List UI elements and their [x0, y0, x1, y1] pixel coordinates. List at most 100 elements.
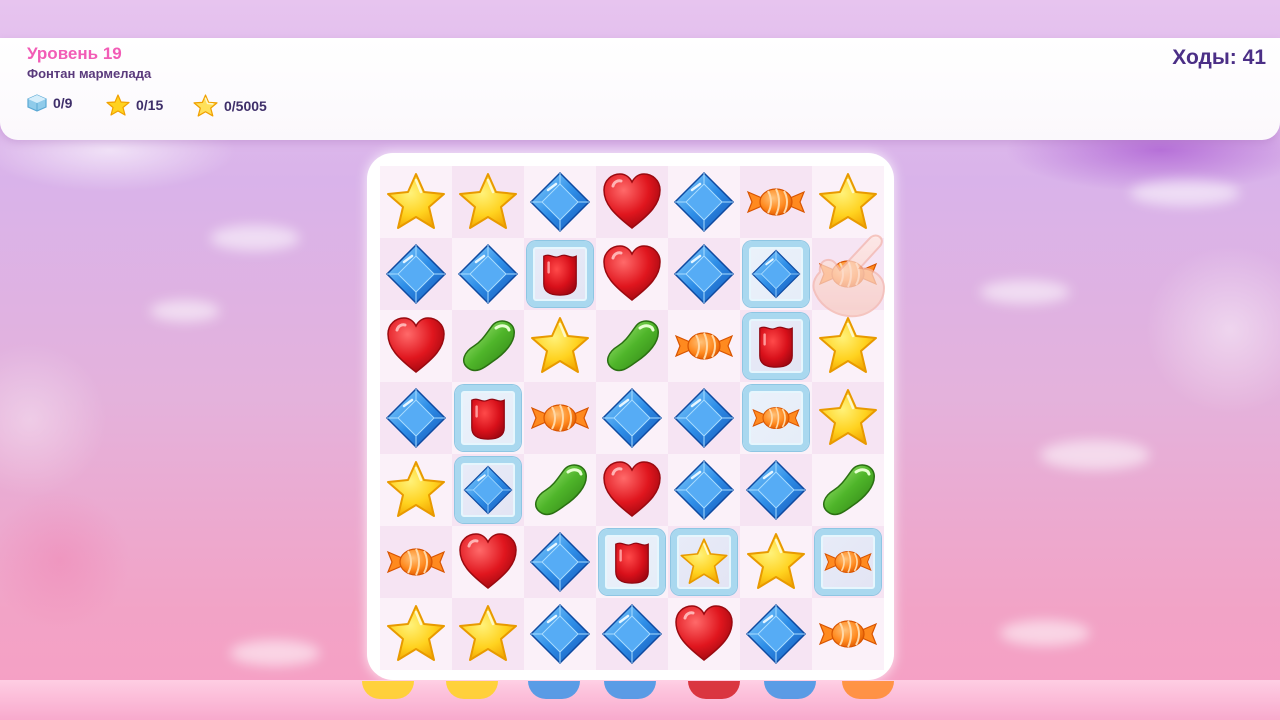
board-cell[interactable]: [524, 382, 596, 454]
board-cell[interactable]: [596, 310, 668, 382]
blue-gem-candy[interactable]: [528, 530, 592, 594]
green-jellybean-candy-icon: [463, 320, 515, 372]
board-cell[interactable]: [380, 598, 452, 670]
moves-counter: Ходы: 41: [1172, 46, 1266, 69]
star-candy[interactable]: [384, 458, 448, 522]
red-heart-candy[interactable]: [600, 242, 664, 306]
board-cell[interactable]: [668, 310, 740, 382]
board-cell[interactable]: [524, 238, 596, 310]
blue-gem-candy[interactable]: [744, 458, 808, 522]
board-cell[interactable]: [452, 238, 524, 310]
board-cell[interactable]: [452, 598, 524, 670]
orange-wrapped-candy-icon: [746, 188, 806, 216]
blue-gem-candy[interactable]: [456, 242, 520, 306]
blue-gem-candy[interactable]: [528, 170, 592, 234]
board-cell[interactable]: [380, 310, 452, 382]
star-candy[interactable]: [456, 602, 520, 666]
blue-gem-candy[interactable]: [384, 386, 448, 450]
board-cell[interactable]: [668, 454, 740, 526]
star-candy[interactable]: [744, 530, 808, 594]
board-cell[interactable]: [380, 166, 452, 238]
board-cell[interactable]: [452, 310, 524, 382]
blue-gem-candy[interactable]: [750, 248, 802, 300]
star-candy[interactable]: [816, 170, 880, 234]
green-jellybean-candy[interactable]: [456, 314, 520, 378]
red-jelly-candy[interactable]: [462, 392, 514, 444]
board-cell[interactable]: [668, 382, 740, 454]
green-jellybean-candy[interactable]: [600, 314, 664, 378]
orange-wrapped-candy[interactable]: [816, 602, 880, 666]
orange-wrapped-candy[interactable]: [528, 386, 592, 450]
board-cell[interactable]: [740, 382, 812, 454]
board-cell[interactable]: [596, 598, 668, 670]
board-cell[interactable]: [524, 166, 596, 238]
board-cell[interactable]: [380, 382, 452, 454]
blue-gem-candy[interactable]: [744, 602, 808, 666]
star-candy[interactable]: [456, 170, 520, 234]
board-cell[interactable]: [812, 382, 884, 454]
star-candy[interactable]: [816, 386, 880, 450]
board-cell[interactable]: [452, 382, 524, 454]
board-cell[interactable]: [668, 526, 740, 598]
board-cell[interactable]: [596, 166, 668, 238]
star-candy[interactable]: [384, 602, 448, 666]
board-cell[interactable]: [668, 238, 740, 310]
star-candy[interactable]: [816, 314, 880, 378]
red-jelly-candy[interactable]: [534, 248, 586, 300]
board-cell[interactable]: [740, 166, 812, 238]
green-jellybean-candy[interactable]: [528, 458, 592, 522]
red-heart-candy[interactable]: [672, 602, 736, 666]
red-heart-candy[interactable]: [600, 170, 664, 234]
board-cell[interactable]: [812, 454, 884, 526]
board-cell[interactable]: [668, 598, 740, 670]
orange-wrapped-candy[interactable]: [744, 170, 808, 234]
blue-gem-candy[interactable]: [672, 170, 736, 234]
board-cell[interactable]: [380, 526, 452, 598]
blue-gem-candy[interactable]: [672, 458, 736, 522]
board-cell[interactable]: [452, 526, 524, 598]
blue-gem-candy[interactable]: [600, 602, 664, 666]
blue-gem-candy[interactable]: [528, 602, 592, 666]
board-cell[interactable]: [524, 310, 596, 382]
red-jelly-candy[interactable]: [750, 320, 802, 372]
blue-gem-candy[interactable]: [672, 386, 736, 450]
blue-gem-candy[interactable]: [462, 464, 514, 516]
star-candy-icon: [747, 533, 805, 589]
background-bokeh: [150, 300, 220, 322]
board-cell[interactable]: [452, 454, 524, 526]
orange-wrapped-candy[interactable]: [384, 530, 448, 594]
board-cell[interactable]: [668, 166, 740, 238]
board-cell[interactable]: [812, 526, 884, 598]
board-cell[interactable]: [524, 454, 596, 526]
level-subtitle: Фонтан мармелада: [27, 66, 152, 81]
board-cell[interactable]: [380, 238, 452, 310]
board-cell[interactable]: [812, 166, 884, 238]
board-cell[interactable]: [740, 526, 812, 598]
red-heart-candy[interactable]: [456, 530, 520, 594]
board-cell[interactable]: [452, 166, 524, 238]
orange-wrapped-candy[interactable]: [750, 392, 802, 444]
board-cell[interactable]: [380, 454, 452, 526]
star-candy[interactable]: [528, 314, 592, 378]
board-cell[interactable]: [740, 598, 812, 670]
orange-wrapped-candy[interactable]: [822, 536, 874, 588]
red-heart-candy[interactable]: [384, 314, 448, 378]
board-cell[interactable]: [596, 238, 668, 310]
orange-wrapped-candy-icon: [530, 404, 590, 432]
red-jelly-candy[interactable]: [606, 536, 658, 588]
blue-gem-candy[interactable]: [600, 386, 664, 450]
board-cell[interactable]: [524, 598, 596, 670]
star-candy[interactable]: [678, 536, 730, 588]
board-cell[interactable]: [812, 598, 884, 670]
board-cell[interactable]: [524, 526, 596, 598]
star-candy[interactable]: [384, 170, 448, 234]
blue-gem-candy[interactable]: [384, 242, 448, 306]
blue-gem-candy[interactable]: [672, 242, 736, 306]
green-jellybean-candy[interactable]: [816, 458, 880, 522]
board-cell[interactable]: [596, 382, 668, 454]
board-cell[interactable]: [740, 454, 812, 526]
red-heart-candy[interactable]: [600, 458, 664, 522]
board-cell[interactable]: [596, 454, 668, 526]
orange-wrapped-candy[interactable]: [672, 314, 736, 378]
board-cell[interactable]: [596, 526, 668, 598]
